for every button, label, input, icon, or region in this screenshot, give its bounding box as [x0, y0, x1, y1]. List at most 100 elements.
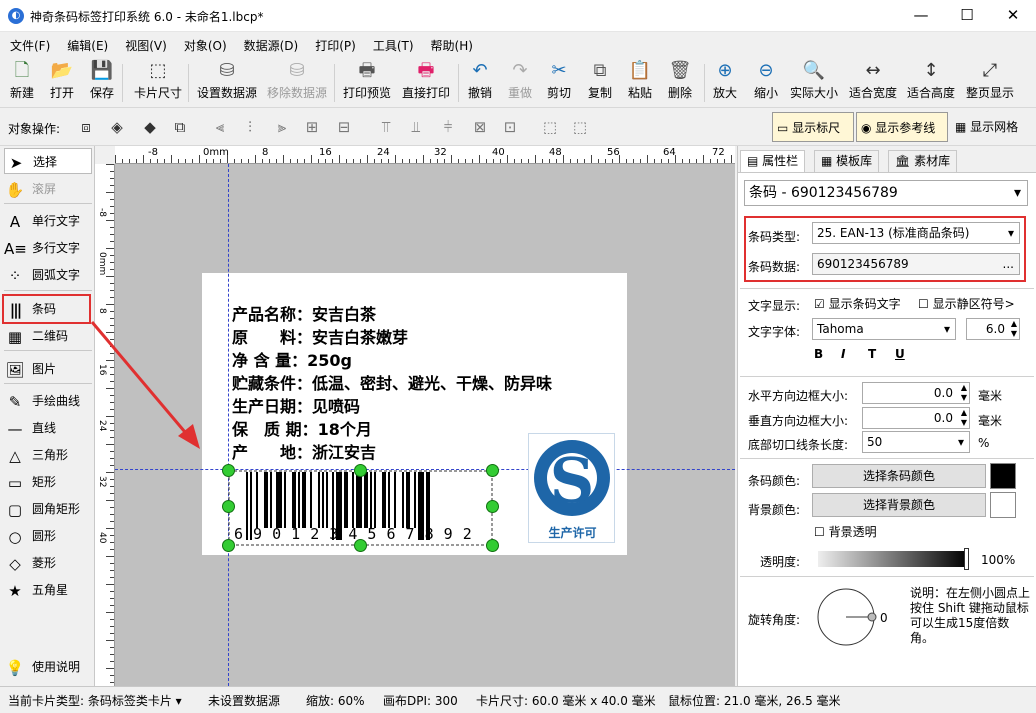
tool-line[interactable]: — 直线	[4, 415, 92, 441]
object-selector[interactable]: 条码 - 690123456789 ▾	[744, 180, 1028, 206]
label-text-line[interactable]: 净 含 量：250g	[232, 347, 352, 371]
spinner-arrows-icon[interactable]: ▲ ▼	[961, 383, 967, 403]
tool-rectangle[interactable]: ▭ 矩形	[4, 469, 92, 495]
tool-star[interactable]: ★ 五角星	[4, 577, 92, 603]
tool-single-line-text[interactable]: A 单行文字	[4, 208, 92, 234]
align-center-icon[interactable]: ⫶	[240, 117, 260, 137]
strikethrough-button[interactable]: T	[868, 347, 876, 361]
font-select[interactable]: Tahoma ▾	[812, 318, 956, 340]
send-to-back-icon[interactable]: ⧉	[170, 117, 190, 137]
toolbar-button-zoom-out[interactable]: ⊖ 缩小	[754, 60, 778, 101]
resize-handle[interactable]	[486, 500, 499, 513]
close-button[interactable]: ✕	[990, 0, 1036, 32]
spinner-arrows-icon[interactable]: ▲ ▼	[1011, 319, 1017, 339]
opacity-slider-handle[interactable]	[964, 548, 969, 570]
menu-item[interactable]: 视图(V)	[115, 32, 174, 54]
status-card-type[interactable]: 当前卡片类型: 条码标签类卡片 ▾	[8, 692, 182, 709]
underline-button[interactable]: U	[895, 347, 905, 361]
resize-handle[interactable]	[354, 464, 367, 477]
choose-bg-color-button[interactable]: 选择背景颜色	[812, 493, 986, 517]
resize-handle[interactable]	[486, 464, 499, 477]
tab-properties[interactable]: ▤ 属性栏	[740, 150, 806, 172]
help-button[interactable]: 💡 使用说明	[4, 654, 92, 680]
toolbar-button-delete[interactable]: 🗑 删除	[668, 60, 692, 101]
barcode-type-select[interactable]: 25. EAN-13 (标准商品条码) ▾	[812, 222, 1020, 244]
bring-to-front-icon[interactable]: ◆	[140, 117, 160, 137]
toolbar-button-card-size[interactable]: ⬚ 卡片尺寸	[134, 60, 182, 101]
toolbar-button-set-datasource[interactable]: ⛁ 设置数据源	[197, 60, 257, 101]
resize-handle[interactable]	[222, 500, 235, 513]
send-backward-icon[interactable]: ◈	[107, 117, 127, 137]
minimize-button[interactable]: —	[898, 0, 944, 32]
group-icon[interactable]: ⬚	[540, 117, 560, 137]
bold-button[interactable]: B	[814, 347, 823, 361]
show-text-checkbox[interactable]: ☑ 显示条码文字	[814, 295, 901, 312]
resize-handle[interactable]	[222, 464, 235, 477]
toolbar-button-fit-page[interactable]: ⤢ 整页显示	[966, 60, 1014, 101]
menu-item[interactable]: 帮助(H)	[421, 32, 480, 54]
label-text-line[interactable]: 生产日期：见喷码	[232, 393, 360, 417]
resize-handle[interactable]	[486, 539, 499, 552]
menu-item[interactable]: 对象(O)	[174, 32, 234, 54]
align-right-icon[interactable]: ⫸	[272, 117, 292, 137]
tool-image[interactable]: 🖼 图片	[4, 356, 92, 382]
ungroup-icon[interactable]: ⬚	[570, 117, 590, 137]
spinner-arrows-icon[interactable]: ▲ ▼	[961, 408, 967, 428]
tool-circle[interactable]: ○ 圆形	[4, 523, 92, 549]
tool-diamond[interactable]: ◇ 菱形	[4, 550, 92, 576]
toolbar-button-direct-print[interactable]: 🖶 直接打印	[402, 60, 450, 101]
barcode-data-browse-button[interactable]: ...	[1003, 254, 1014, 274]
bring-forward-icon[interactable]: ⧈	[76, 117, 96, 137]
bg-transparent-checkbox[interactable]: ☐ 背景透明	[814, 523, 877, 540]
toolbar-button-print-preview[interactable]: 🖶 打印预览	[343, 60, 391, 101]
toolbar-button-remove-datasource[interactable]: ⛁ 移除数据源	[267, 60, 327, 101]
show-guides-button[interactable]: ◉ 显示参考线	[856, 112, 948, 142]
cut-line-select[interactable]: 50 ▾	[862, 431, 970, 453]
toolbar-button-open[interactable]: 📂 打开	[50, 60, 74, 101]
opacity-slider[interactable]	[818, 551, 968, 567]
toolbar-button-fit-width[interactable]: ↔ 适合宽度	[849, 60, 897, 101]
barcode-data-field[interactable]: 690123456789...	[812, 253, 1020, 275]
tool-pointer[interactable]: ➤ 选择	[4, 148, 92, 174]
space-v-icon[interactable]: ⊡	[500, 117, 520, 137]
align-bottom-icon[interactable]: ⫩	[438, 117, 458, 137]
tool-triangle[interactable]: △ 三角形	[4, 442, 92, 468]
resize-handle[interactable]	[354, 539, 367, 552]
toolbar-button-actual-size[interactable]: 🔍 实际大小	[790, 60, 838, 101]
menu-item[interactable]: 数据源(D)	[234, 32, 306, 54]
label-text-line[interactable]: 产品名称：安吉白茶	[232, 301, 376, 325]
show-ruler-button[interactable]: ▭ 显示标尺	[772, 112, 854, 142]
tool-rounded-rectangle[interactable]: ▢ 圆角矩形	[4, 496, 92, 522]
qs-logo-image[interactable]: S 生产许可	[528, 433, 615, 543]
label-text-line[interactable]: 产 地：浙江安吉	[232, 439, 376, 463]
vertical-guide-line[interactable]	[228, 164, 229, 686]
menu-item[interactable]: 文件(F)	[0, 32, 57, 54]
tool-multi-line-text[interactable]: A≡ 多行文字	[4, 235, 92, 261]
menu-item[interactable]: 工具(T)	[363, 32, 421, 54]
maximize-button[interactable]: ☐	[944, 0, 990, 32]
bg-color-swatch[interactable]	[990, 492, 1016, 518]
tool-hand[interactable]: ✋ 滚屏	[4, 176, 92, 202]
menu-item[interactable]: 编辑(E)	[57, 32, 115, 54]
align-left-icon[interactable]: ⫷	[210, 117, 230, 137]
menu-item[interactable]: 打印(P)	[305, 32, 363, 54]
tool-pen[interactable]: ✎ 手绘曲线	[4, 388, 92, 414]
resize-handle[interactable]	[222, 539, 235, 552]
h-margin-spinner[interactable]: 0.0 ▲ ▼	[862, 382, 970, 404]
choose-bar-color-button[interactable]: 选择条码颜色	[812, 464, 986, 488]
align-top-icon[interactable]: ⫪	[376, 117, 396, 137]
show-grid-button[interactable]: ▦ 显示网格	[955, 118, 1018, 135]
tool-qrcode[interactable]: ▦ 二维码	[4, 323, 92, 349]
v-margin-spinner[interactable]: 0.0 ▲ ▼	[862, 407, 970, 429]
label-text-line[interactable]: 保 质 期：18个月	[232, 416, 372, 440]
tab-library[interactable]: 🏛 素材库	[888, 150, 958, 172]
toolbar-button-new-file[interactable]: 🗋 新建	[10, 60, 34, 101]
toolbar-button-redo[interactable]: ↷ 重做	[508, 60, 532, 101]
toolbar-button-cut[interactable]: ✂ 剪切	[547, 60, 571, 101]
distribute-h-icon[interactable]: ⊞	[302, 117, 322, 137]
align-middle-icon[interactable]: ⫫	[406, 117, 426, 137]
toolbar-button-fit-height[interactable]: ↕ 适合高度	[907, 60, 955, 101]
show-quiet-checkbox[interactable]: ☐ 显示静区符号>	[918, 295, 1015, 312]
font-size-spinner[interactable]: 6.0 ▲ ▼	[966, 318, 1020, 340]
tool-arc-text[interactable]: ⁘ 圆弧文字	[4, 262, 92, 288]
